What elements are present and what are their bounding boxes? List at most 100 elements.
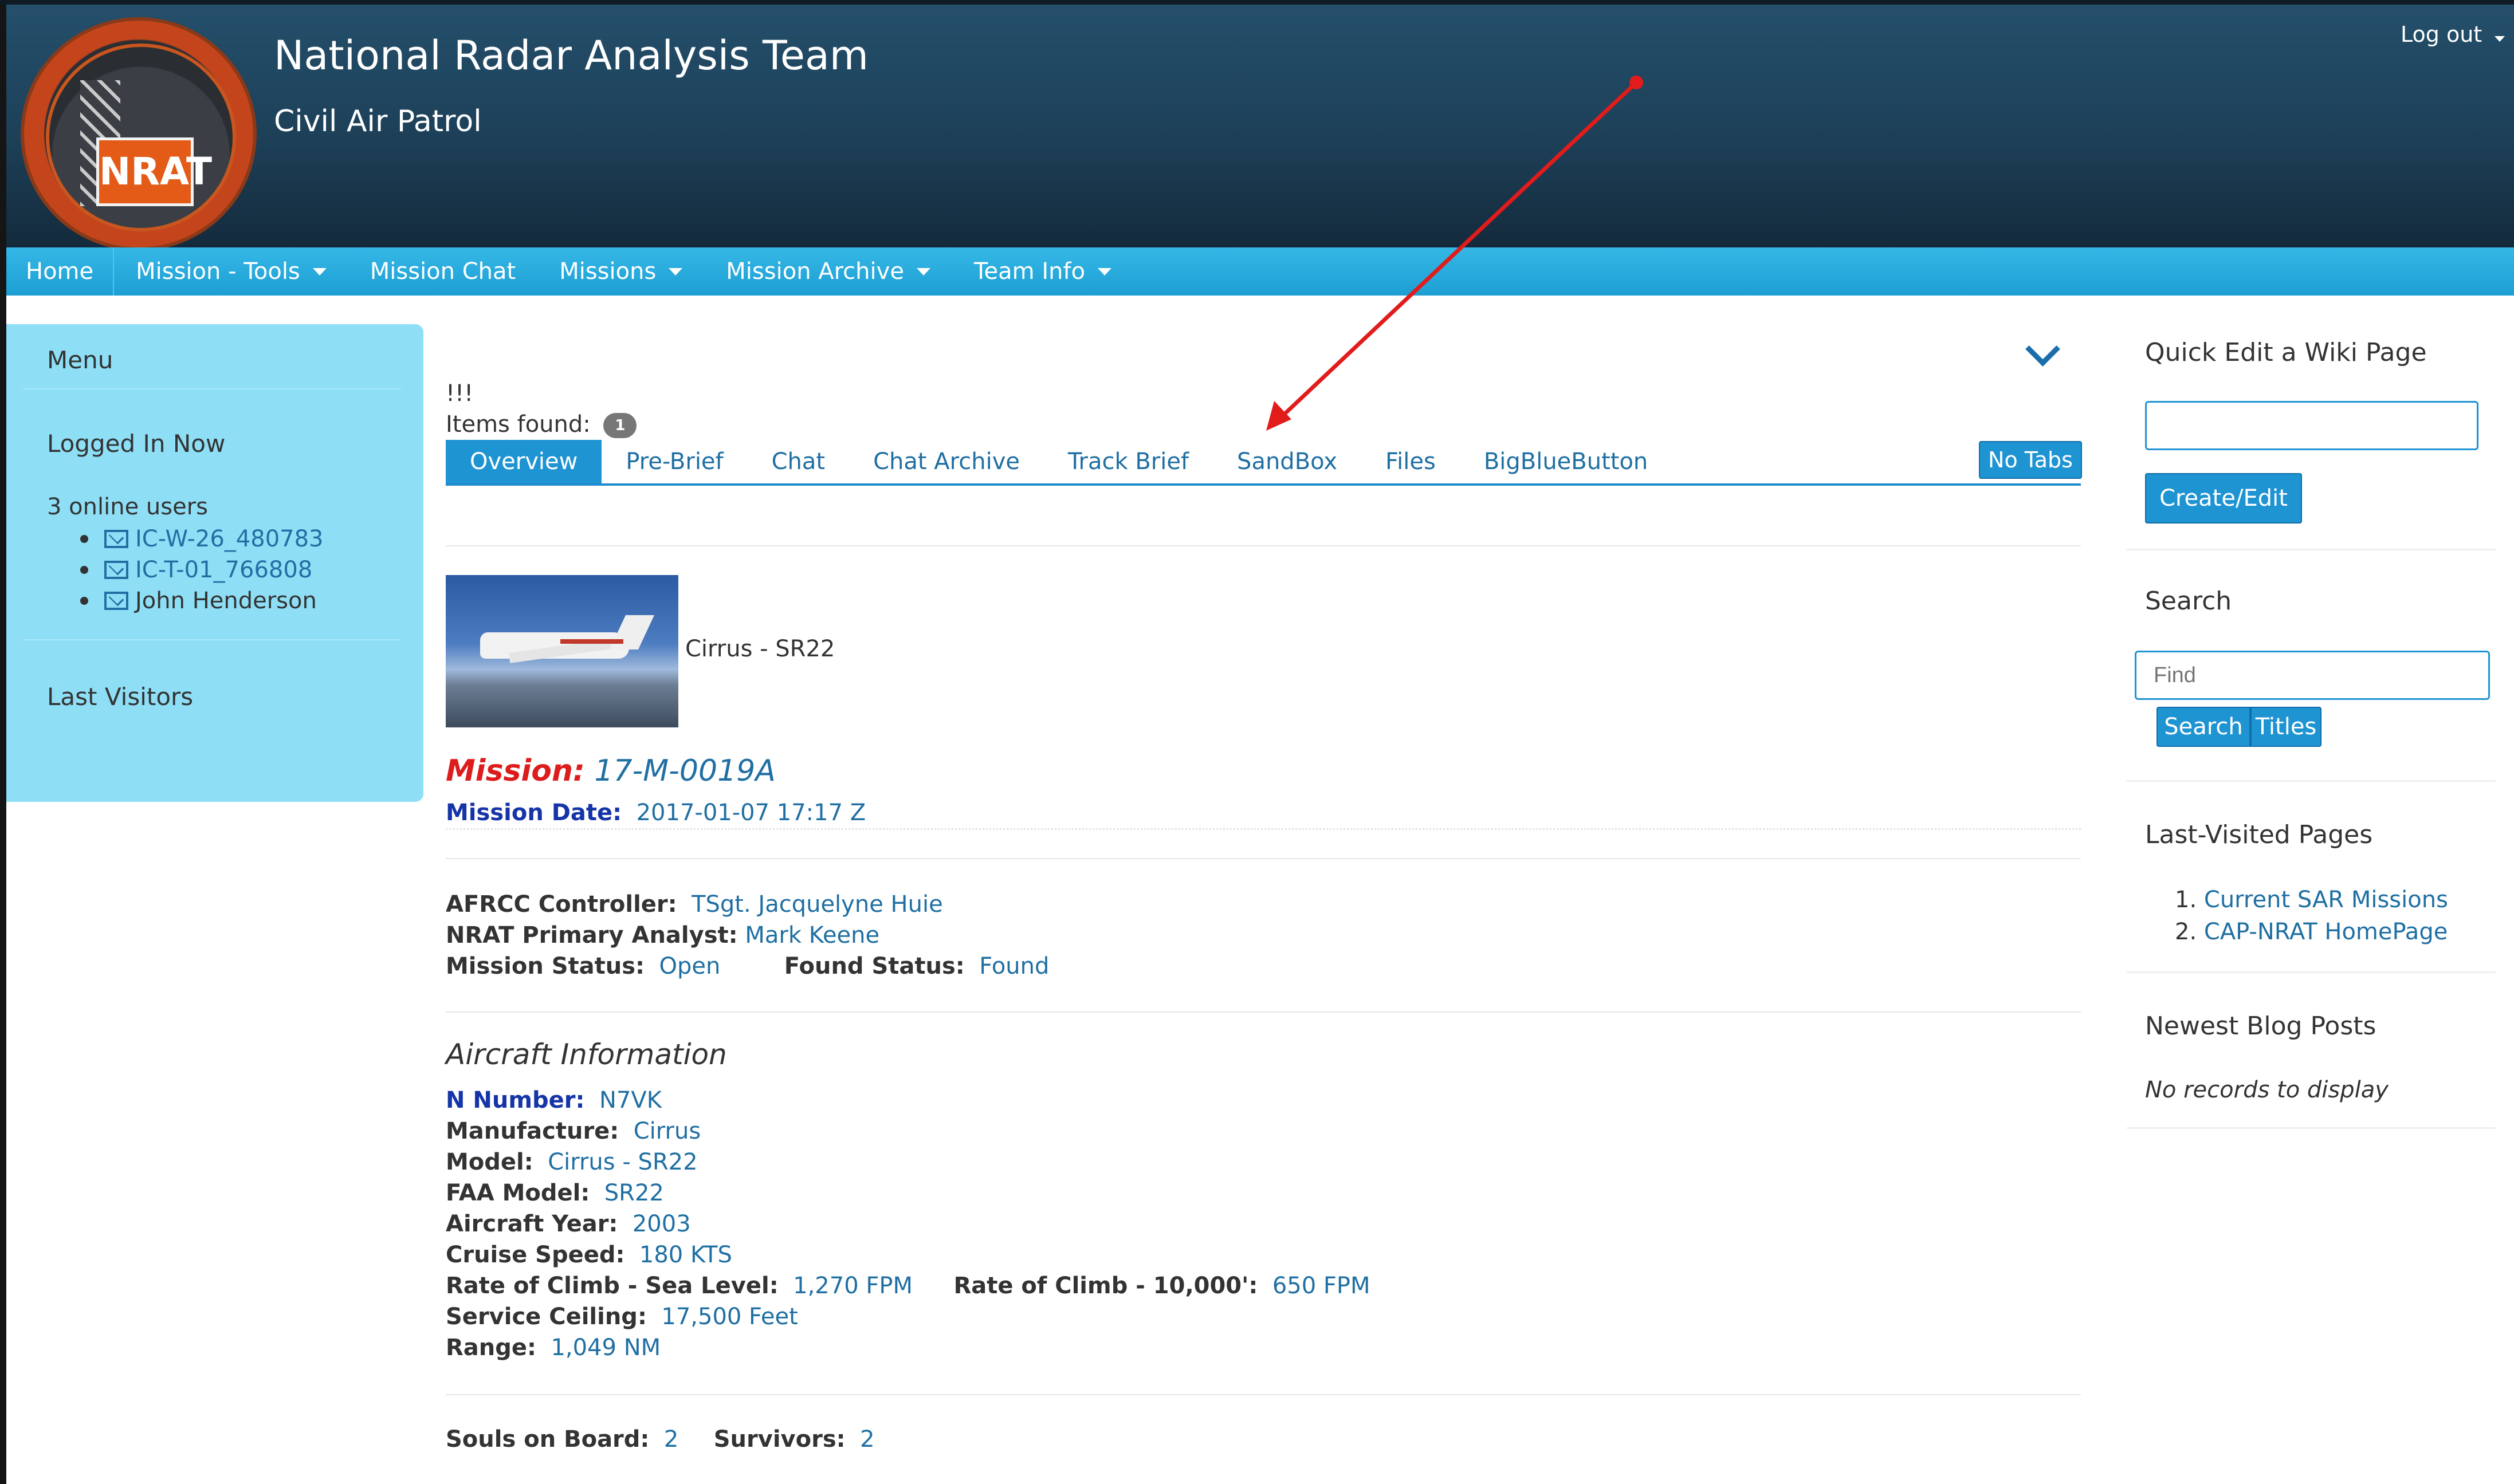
range-row: Range: 1,049 NM [446, 1335, 661, 1361]
user-link[interactable]: IC-W-26_480783 [135, 526, 324, 552]
last-visited-item[interactable]: 2. CAP-NRAT HomePage [2175, 919, 2448, 945]
nav-missions[interactable]: Missions [537, 247, 704, 296]
items-found: Items found: 1 [446, 411, 637, 438]
nav-home[interactable]: Home [6, 247, 115, 296]
bullet [80, 535, 88, 543]
range-label: Range: [446, 1335, 537, 1361]
nav-mission-chat[interactable]: Mission Chat [348, 247, 537, 296]
last-visited-title: Last-Visited Pages [2145, 820, 2373, 849]
nav-label: Mission Chat [370, 258, 516, 285]
tab-chat[interactable]: Chat [748, 440, 849, 483]
envelope-icon[interactable] [104, 561, 128, 579]
search-button[interactable]: Search [2156, 707, 2250, 747]
last-visited-link[interactable]: Current SAR Missions [2204, 887, 2448, 913]
mission-heading: Mission: 17-M-0019A [446, 754, 776, 788]
nav-label: Missions [559, 258, 657, 285]
found-label: Found Status: [784, 953, 965, 979]
aircraft-stripe [560, 639, 623, 644]
logout-label[interactable]: Log out [2401, 22, 2482, 47]
site-title[interactable]: National Radar Analysis Team [274, 32, 869, 79]
ceiling-row: Service Ceiling: 17,500 Feet [446, 1304, 798, 1330]
roc-10k-label: Rate of Climb - 10,000': [953, 1273, 1258, 1299]
cruise-speed-row: Cruise Speed: 180 KTS [446, 1242, 732, 1268]
last-visited-item[interactable]: 1. Current SAR Missions [2175, 887, 2448, 913]
search-input[interactable] [2135, 651, 2490, 700]
mission-date-value: 2017-01-07 17:17 Z [636, 800, 866, 826]
faa-model-value: SR22 [604, 1180, 664, 1206]
quick-edit-title: Quick Edit a Wiki Page [2145, 338, 2427, 367]
blog-empty-text: No records to display [2145, 1077, 2389, 1103]
mission-tabs: Overview Pre-Brief Chat Chat Archive Tra… [446, 440, 2081, 486]
main-nav: Home Mission - Tools Mission Chat Missio… [6, 247, 2514, 296]
mission-date-row: Mission Date: 2017-01-07 17:17 Z [446, 800, 866, 826]
nav-label: Mission Archive [726, 258, 904, 285]
caret-down-icon [669, 267, 683, 275]
roc-10k-value: 650 FPM [1272, 1273, 1370, 1299]
last-visitors-title: Last Visitors [47, 683, 194, 711]
logout-menu[interactable]: Log out [2401, 22, 2505, 47]
tab-overview[interactable]: Overview [446, 440, 602, 483]
wiki-page-input[interactable] [2145, 401, 2478, 450]
mission-number[interactable]: 17-M-0019A [594, 754, 775, 788]
status-label: Mission Status: [446, 953, 645, 979]
create-edit-button[interactable]: Create/Edit [2145, 473, 2302, 523]
tab-track-brief[interactable]: Track Brief [1044, 440, 1213, 483]
online-count: 3 online users [47, 494, 208, 520]
aircraft-year-value: 2003 [632, 1211, 691, 1237]
tab-pre-brief[interactable]: Pre-Brief [602, 440, 747, 483]
last-visited-link[interactable]: CAP-NRAT HomePage [2204, 919, 2448, 945]
blog-title: Newest Blog Posts [2145, 1011, 2376, 1041]
tab-files[interactable]: Files [1361, 440, 1460, 483]
nav-team-info[interactable]: Team Info [952, 247, 1133, 296]
n-number-value: N7VK [599, 1087, 662, 1113]
nav-mission-archive[interactable]: Mission Archive [704, 247, 952, 296]
logged-in-title: Logged In Now [47, 430, 226, 458]
divider [446, 1011, 2081, 1013]
logo-text: NRAT [96, 137, 212, 206]
exclaim-text: !!! [446, 380, 474, 407]
titles-button[interactable]: Titles [2250, 707, 2321, 747]
model-row: Model: Cirrus - SR22 [446, 1149, 698, 1175]
search-title: Search [2145, 586, 2232, 616]
divider [2127, 971, 2496, 973]
n-number-row: N Number: N7VK [446, 1087, 662, 1113]
analyst-value: Mark Keene [745, 922, 880, 948]
bullet [80, 566, 88, 574]
souls-label: Souls on Board: [446, 1426, 650, 1452]
roc-sea-label: Rate of Climb - Sea Level: [446, 1273, 779, 1299]
aircraft-image[interactable] [446, 575, 678, 727]
tab-bigbluebutton[interactable]: BigBlueButton [1460, 440, 1672, 483]
online-user[interactable]: John Henderson [80, 585, 324, 616]
no-tabs-button[interactable]: No Tabs [1979, 441, 2082, 479]
menu-title[interactable]: Menu [47, 346, 113, 374]
rate-of-climb-row: Rate of Climb - Sea Level: 1,270 FPM Rat… [446, 1273, 1370, 1299]
aircraft-year-row: Aircraft Year: 2003 [446, 1211, 691, 1237]
caret-down-icon [1098, 267, 1112, 275]
tab-chat-archive[interactable]: Chat Archive [849, 440, 1044, 483]
divider [2127, 780, 2496, 782]
controller-row: AFRCC Controller: TSgt. Jacquelyne Huie [446, 891, 943, 918]
caret-down-icon [2495, 36, 2505, 42]
items-found-label: Items found: [446, 411, 591, 438]
mission-date-label: Mission Date: [446, 800, 622, 826]
divider [2127, 549, 2496, 550]
range-value: 1,049 NM [551, 1335, 661, 1361]
divider [23, 388, 401, 389]
envelope-icon[interactable] [104, 530, 128, 548]
souls-value: 2 [663, 1426, 679, 1452]
mission-label: Mission: [446, 754, 585, 788]
status-row: Mission Status: Open Found Status: Found [446, 953, 1049, 979]
nav-mission-tools[interactable]: Mission - Tools [114, 247, 348, 296]
arrow-head [1266, 401, 1291, 431]
divider [446, 828, 2081, 830]
divider [2127, 1127, 2496, 1129]
tab-sandbox[interactable]: SandBox [1213, 440, 1361, 483]
online-user[interactable]: IC-W-26_480783 [80, 523, 324, 554]
envelope-icon[interactable] [104, 592, 128, 610]
n-number-label: N Number: [446, 1087, 585, 1113]
user-link[interactable]: IC-T-01_766808 [135, 557, 312, 583]
online-user[interactable]: IC-T-01_766808 [80, 554, 324, 585]
user-name: John Henderson [135, 588, 317, 614]
faa-model-row: FAA Model: SR22 [446, 1180, 664, 1206]
chevron-down-icon[interactable] [2025, 332, 2060, 367]
